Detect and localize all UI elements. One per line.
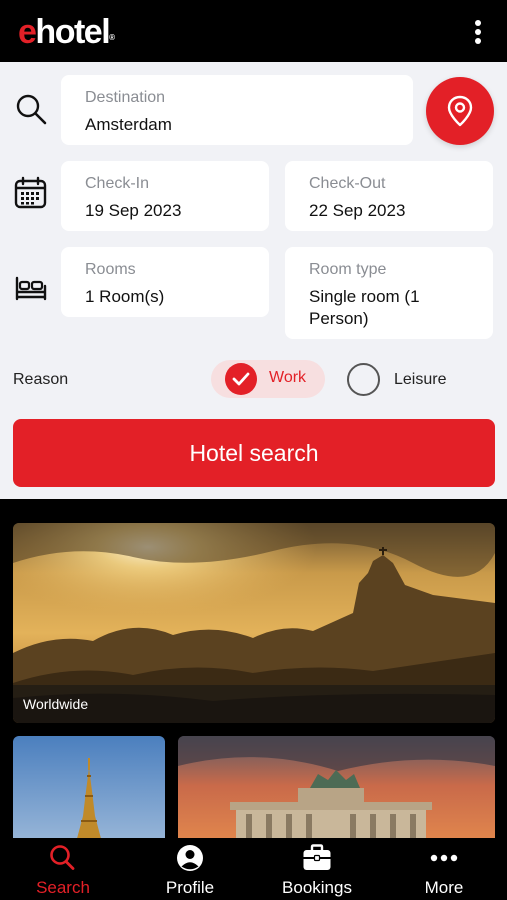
tab-bookings[interactable]: Bookings bbox=[254, 838, 380, 900]
destination-card-worldwide[interactable]: Worldwide bbox=[13, 523, 495, 723]
check-in-field[interactable]: Check-In 19 Sep 2023 bbox=[61, 161, 269, 231]
destination-caption: Worldwide bbox=[13, 685, 495, 723]
hotel-search-button[interactable]: Hotel search bbox=[13, 419, 495, 487]
room-type-field[interactable]: Room type Single room (1 Person) bbox=[285, 247, 493, 339]
destination-field[interactable]: Destination Amsterdam bbox=[61, 75, 413, 145]
bed-icon bbox=[15, 276, 47, 301]
rooms-label: Rooms bbox=[85, 261, 136, 278]
rooms-field[interactable]: Rooms 1 Room(s) bbox=[61, 247, 269, 317]
calendar-icon bbox=[14, 176, 47, 209]
reason-label: Reason bbox=[13, 371, 69, 388]
user-circle-icon bbox=[177, 845, 203, 871]
check-in-value: 19 Sep 2023 bbox=[85, 201, 182, 220]
worldwide-label: Worldwide bbox=[23, 696, 89, 712]
destination-card-berlin[interactable] bbox=[178, 736, 495, 846]
destination-value: Amsterdam bbox=[85, 115, 172, 134]
search-icon bbox=[16, 94, 47, 125]
destination-card-paris[interactable] bbox=[13, 736, 165, 846]
location-button[interactable] bbox=[426, 77, 494, 145]
reason-option-leisure[interactable] bbox=[347, 363, 380, 396]
reason-option-work[interactable]: Work bbox=[211, 360, 325, 398]
check-out-field[interactable]: Check-Out 22 Sep 2023 bbox=[285, 161, 493, 231]
search-icon bbox=[50, 845, 75, 870]
tab-search-label: Search bbox=[36, 878, 90, 897]
rooms-value: 1 Room(s) bbox=[85, 287, 165, 306]
check-out-label: Check-Out bbox=[309, 175, 386, 192]
tab-search[interactable]: Search bbox=[0, 838, 126, 900]
bottom-tab-bar: Search Profile Bookings More bbox=[0, 838, 507, 900]
location-pin-icon bbox=[447, 95, 473, 127]
work-label: Work bbox=[269, 369, 307, 386]
tab-bookings-label: Bookings bbox=[282, 878, 352, 897]
eiffel-tower-photo bbox=[13, 736, 165, 846]
app-header: ehotel® bbox=[0, 0, 507, 62]
search-form: Destination Amsterdam Check-In 19 Sep 20… bbox=[0, 62, 507, 499]
tab-profile[interactable]: Profile bbox=[127, 838, 253, 900]
more-horizontal-icon bbox=[430, 854, 458, 862]
ehotel-logo: ehotel® bbox=[18, 13, 116, 51]
tab-profile-label: Profile bbox=[165, 878, 215, 897]
more-vertical-icon[interactable] bbox=[467, 18, 489, 46]
briefcase-icon bbox=[303, 844, 331, 870]
brandenburg-gate-photo bbox=[178, 736, 495, 846]
room-type-label: Room type bbox=[309, 261, 387, 278]
check-out-value: 22 Sep 2023 bbox=[309, 201, 406, 220]
check-in-label: Check-In bbox=[85, 175, 150, 192]
tab-more[interactable]: More bbox=[381, 838, 507, 900]
leisure-label[interactable]: Leisure bbox=[394, 371, 446, 389]
room-type-value: Single room (1 Person) bbox=[309, 287, 420, 328]
destination-label: Destination bbox=[85, 89, 166, 106]
tab-more-label: More bbox=[424, 878, 464, 897]
checkmark-icon bbox=[225, 363, 257, 395]
